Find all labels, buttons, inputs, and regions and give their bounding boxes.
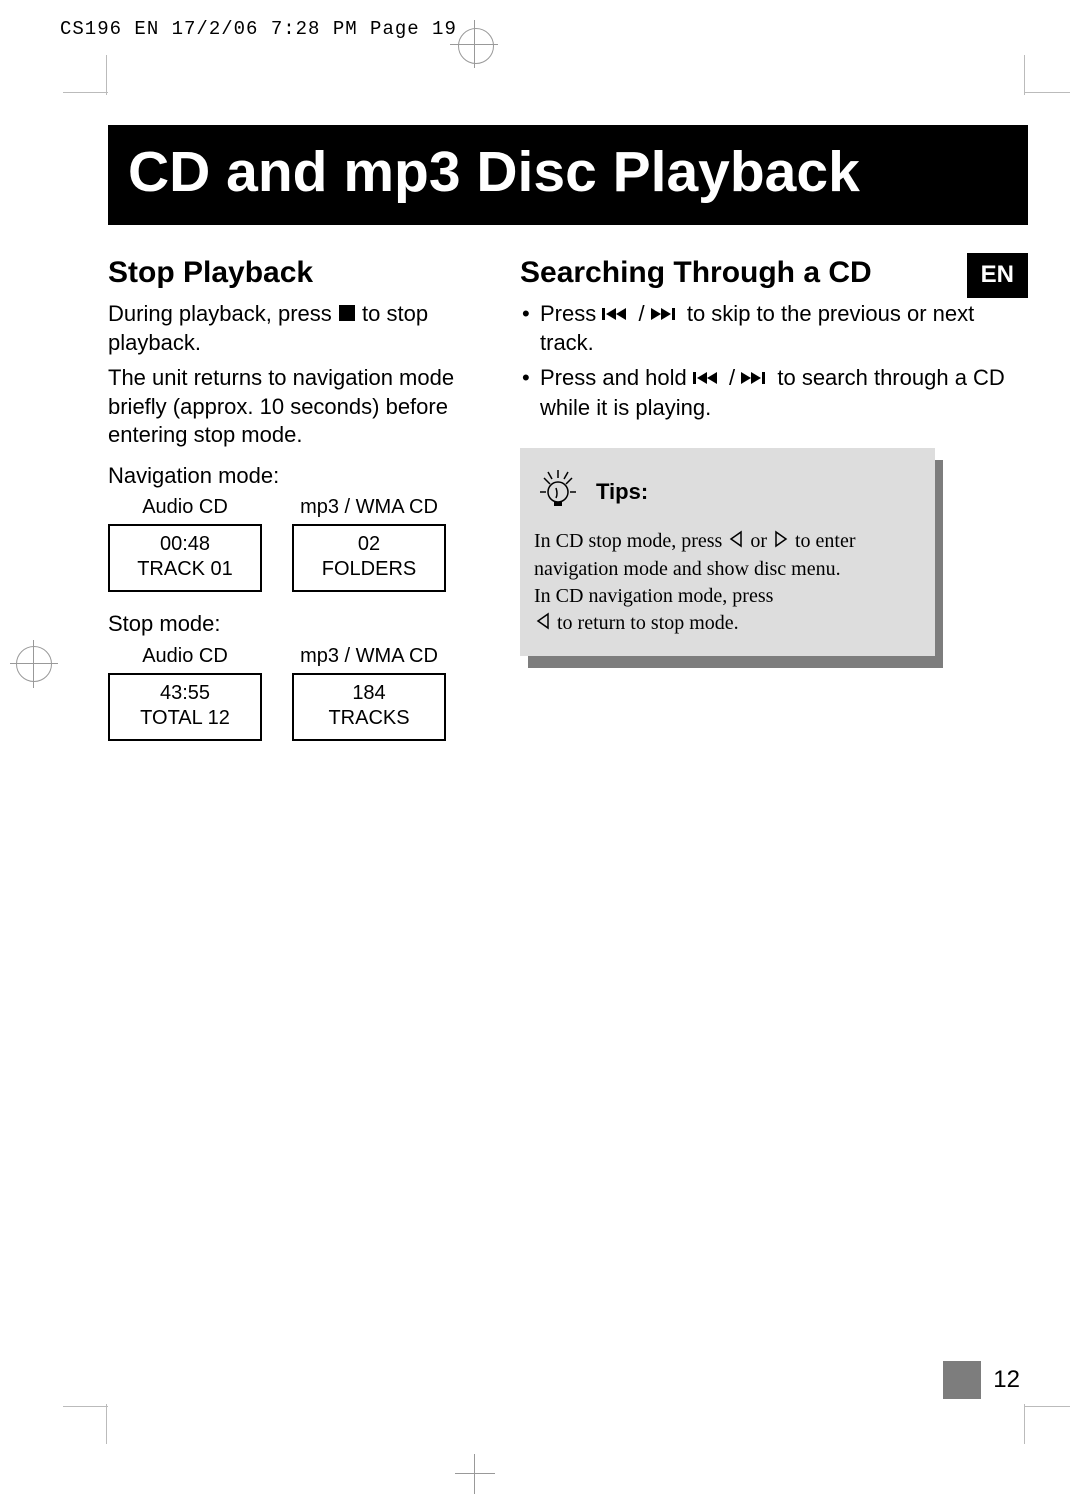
lightbulb-icon xyxy=(534,464,582,520)
page-number: 12 xyxy=(993,1366,1020,1394)
stop-icon xyxy=(338,301,356,330)
trim-mark xyxy=(63,1406,108,1407)
language-tag: EN xyxy=(967,253,1028,298)
crop-mark-top xyxy=(455,25,495,65)
display-line: 43:55 xyxy=(110,681,260,706)
display-line: 02 xyxy=(294,532,444,557)
tips-label: Tips: xyxy=(596,477,648,507)
trim-mark xyxy=(1025,1406,1070,1407)
display-line: TRACKS xyxy=(294,706,444,731)
nav-left-icon xyxy=(534,611,552,638)
text: Press xyxy=(540,301,596,326)
section-heading-stop-playback: Stop Playback xyxy=(108,253,488,292)
trim-mark xyxy=(63,92,108,93)
text: In CD stop mode, press xyxy=(534,530,722,552)
display-line: 00:48 xyxy=(110,532,260,557)
trim-mark xyxy=(1024,1404,1025,1444)
skip-forward-icon xyxy=(651,301,681,330)
trim-mark xyxy=(106,55,107,95)
text: During playback, press xyxy=(108,301,332,326)
display-line: TOTAL 12 xyxy=(110,706,260,731)
nav-right-icon xyxy=(772,529,790,556)
list-item: Press and hold / to search through a CD … xyxy=(520,364,1028,422)
body-text: The unit returns to navigation mode brie… xyxy=(108,364,488,450)
list-item: Press / to skip to the previous or next … xyxy=(520,300,1028,358)
display-caption: mp3 / WMA CD xyxy=(292,494,446,520)
printers-meta: CS196 EN 17/2/06 7:28 PM Page 19 xyxy=(60,18,457,40)
tips-callout: Tips: In CD stop mode, press or to enter… xyxy=(520,448,935,656)
page-title: CD and mp3 Disc Playback xyxy=(108,125,1028,225)
display-panel: 00:48 TRACK 01 xyxy=(108,524,262,592)
trim-mark xyxy=(1025,92,1070,93)
text: or xyxy=(750,530,767,552)
display-caption: Audio CD xyxy=(108,494,262,520)
display-line: TRACK 01 xyxy=(110,557,260,582)
page-number-marker xyxy=(943,1361,981,1399)
text: In CD navigation mode, press xyxy=(534,585,773,607)
page-number-block: 12 xyxy=(943,1361,1020,1399)
mode-heading-navigation: Navigation mode: xyxy=(108,462,488,491)
trim-mark xyxy=(1024,55,1025,95)
display-panel: 43:55 TOTAL 12 xyxy=(108,673,262,741)
tips-text: In CD stop mode, press or to enter navig… xyxy=(534,528,917,638)
display-line: 184 xyxy=(294,681,444,706)
display-panel: 02 FOLDERS xyxy=(292,524,446,592)
trim-mark xyxy=(106,1404,107,1444)
crop-mark-bottom xyxy=(455,1454,495,1494)
nav-left-icon xyxy=(727,529,745,556)
crop-mark-left xyxy=(10,640,58,688)
display-caption: Audio CD xyxy=(108,643,262,669)
display-caption: mp3 / WMA CD xyxy=(292,643,446,669)
text: Press and hold xyxy=(540,365,687,390)
display-line: FOLDERS xyxy=(294,557,444,582)
skip-back-icon xyxy=(602,301,632,330)
display-panel: 184 TRACKS xyxy=(292,673,446,741)
fast-forward-icon xyxy=(741,365,771,394)
mode-heading-stop: Stop mode: xyxy=(108,610,488,639)
rewind-icon xyxy=(693,365,723,394)
text: to return to stop mode. xyxy=(557,612,739,634)
section-heading-searching: Searching Through a CD xyxy=(520,253,1028,292)
body-text: During playback, press to stop playback. xyxy=(108,300,488,358)
